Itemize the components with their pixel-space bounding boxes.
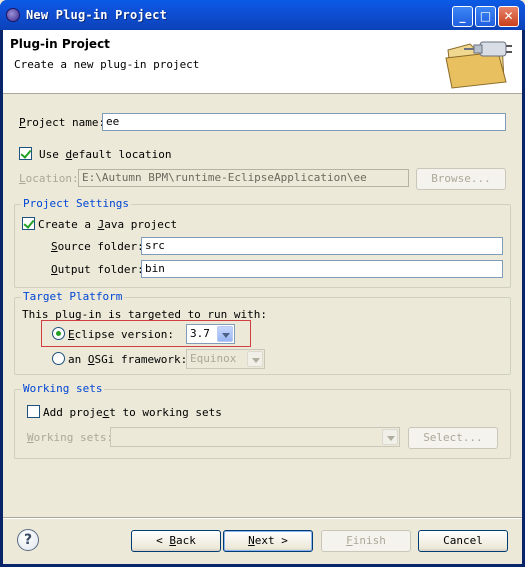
chevron-down-icon[interactable] xyxy=(382,429,398,445)
target-platform-title: Target Platform xyxy=(21,290,125,303)
output-folder-input[interactable]: bin xyxy=(141,260,503,278)
chevron-down-icon[interactable] xyxy=(217,326,233,342)
back-button[interactable]: < Back xyxy=(131,530,221,552)
osgi-framework-value: Equinox xyxy=(190,352,237,365)
eclipse-version-label: Eclipse version: xyxy=(68,328,174,341)
eclipse-version-select[interactable]: 3.7 xyxy=(186,324,235,344)
minimize-button[interactable]: _ xyxy=(452,6,473,27)
create-java-project-label: Create a Java project xyxy=(38,218,178,231)
wizard-folder-plug-icon xyxy=(445,41,512,89)
project-name-input[interactable]: ee xyxy=(102,113,506,131)
eclipse-version-value: 3.7 xyxy=(190,327,210,340)
next-button[interactable]: Next > xyxy=(223,530,313,552)
use-default-location-checkbox[interactable] xyxy=(19,147,32,160)
source-folder-input[interactable]: src xyxy=(141,237,503,255)
osgi-framework-label: an OSGi framework: xyxy=(68,353,188,366)
wizard-header: Plug-in Project Create a new plug-in pro… xyxy=(3,30,522,94)
eclipse-icon xyxy=(6,8,20,22)
finish-button[interactable]: Finish xyxy=(321,530,411,552)
maximize-icon: □ xyxy=(479,9,492,23)
select-working-sets-button[interactable]: Select... xyxy=(408,427,498,449)
chevron-down-icon[interactable] xyxy=(247,351,263,367)
footer-separator xyxy=(3,517,522,519)
close-icon: ✕ xyxy=(503,9,514,23)
use-default-location-label: Use default location xyxy=(39,148,172,161)
working-sets-label: Working sets: xyxy=(27,431,114,444)
page-description: Create a new plug-in project xyxy=(14,58,200,71)
create-java-project-checkbox[interactable] xyxy=(22,217,35,230)
maximize-button[interactable]: □ xyxy=(475,6,496,27)
working-sets-select[interactable] xyxy=(110,427,400,447)
cancel-button[interactable]: Cancel xyxy=(418,530,508,552)
add-to-working-sets-label: Add project to working sets xyxy=(43,406,222,419)
close-button[interactable]: ✕ xyxy=(498,6,519,27)
eclipse-version-radio[interactable] xyxy=(52,327,65,340)
window-title: New Plug-in Project xyxy=(26,8,168,22)
browse-button[interactable]: Browse... xyxy=(416,168,506,190)
help-icon[interactable]: ? xyxy=(17,529,39,551)
location-label: Location: xyxy=(19,172,79,185)
osgi-framework-radio[interactable] xyxy=(52,352,65,365)
working-sets-title: Working sets xyxy=(21,382,105,395)
page-title: Plug-in Project xyxy=(10,37,110,51)
dialog-window: New Plug-in Project _ □ ✕ Plug-in Projec… xyxy=(0,0,525,567)
osgi-framework-select[interactable]: Equinox xyxy=(186,349,265,369)
location-input[interactable]: E:\Autumn BPM\runtime-EclipseApplication… xyxy=(78,169,409,187)
dialog-client-area: Plug-in Project Create a new plug-in pro… xyxy=(3,30,522,564)
source-folder-label: Source folder: xyxy=(51,240,144,253)
add-to-working-sets-checkbox[interactable] xyxy=(27,405,40,418)
title-bar[interactable]: New Plug-in Project _ □ ✕ xyxy=(0,0,525,30)
project-name-label: Project name: xyxy=(19,116,106,129)
output-folder-label: Output folder: xyxy=(51,263,144,276)
minimize-icon: _ xyxy=(459,9,466,23)
project-settings-title: Project Settings xyxy=(21,197,131,210)
